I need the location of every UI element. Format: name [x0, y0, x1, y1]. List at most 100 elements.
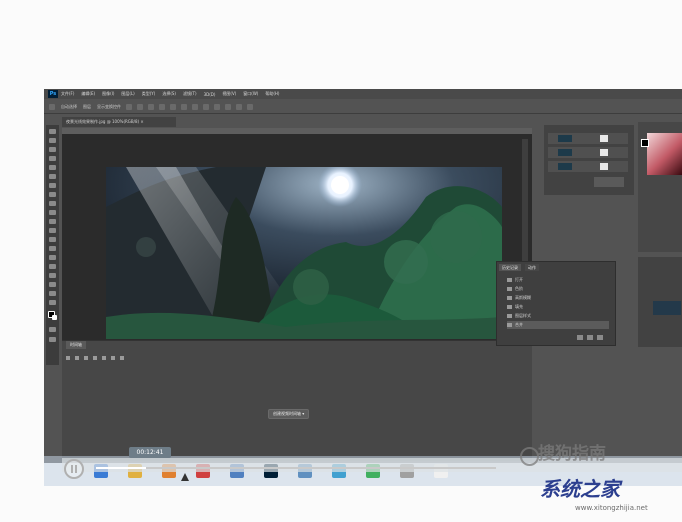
align-bottom-icon[interactable]	[148, 104, 154, 110]
site-watermark: 系统之家	[540, 477, 620, 501]
history-step-icon	[507, 287, 512, 291]
menu-file[interactable]: 文件(F)	[61, 91, 74, 97]
show-transform-controls-checkbox[interactable]: 显示变换控件	[97, 104, 121, 110]
move-tool-icon[interactable]	[49, 129, 56, 134]
auto-select-target[interactable]: 图层	[83, 104, 91, 110]
play-icon[interactable]	[84, 356, 88, 360]
menu-view[interactable]: 视图(V)	[222, 91, 236, 97]
layer-thumbnail	[558, 135, 572, 142]
history-item-label: 合并	[515, 322, 523, 327]
distribute-left-icon[interactable]	[225, 104, 231, 110]
pause-button[interactable]	[64, 459, 84, 479]
history-step-icon	[507, 314, 512, 318]
move-tool-icon[interactable]	[49, 104, 55, 110]
hand-tool-icon[interactable]	[49, 291, 56, 296]
align-middle-icon[interactable]	[137, 104, 143, 110]
site-watermark-url: www.xitongzhijia.net	[575, 504, 648, 512]
align-center-icon[interactable]	[170, 104, 176, 110]
align-right-icon[interactable]	[181, 104, 187, 110]
history-panel: 历史记录 动作 打开 色阶 高斯模糊 填充 图层样式 合并	[496, 261, 616, 346]
pen-tool-icon[interactable]	[49, 255, 56, 260]
align-left-icon[interactable]	[159, 104, 165, 110]
quick-mask-icon[interactable]	[49, 327, 56, 332]
history-item[interactable]: 色阶	[507, 285, 609, 293]
screen-mode-icon[interactable]	[49, 337, 56, 342]
menu-layer[interactable]: 图层(L)	[121, 91, 134, 97]
previous-frame-icon[interactable]	[75, 356, 79, 360]
layers-mini-panel	[544, 125, 634, 195]
history-item-label: 填充	[515, 304, 523, 309]
video-progress-track[interactable]	[96, 467, 496, 469]
layer-row[interactable]	[548, 147, 628, 158]
shape-tool-icon[interactable]	[49, 282, 56, 287]
history-item-label: 打开	[515, 277, 523, 282]
background-color-swatch[interactable]	[52, 315, 57, 320]
distribute-middle-icon[interactable]	[203, 104, 209, 110]
foreground-color-chip[interactable]	[641, 139, 649, 147]
history-item[interactable]: 图层样式	[507, 312, 609, 320]
history-item[interactable]: 高斯模糊	[507, 294, 609, 302]
type-tool-icon[interactable]	[49, 264, 56, 269]
menu-edit[interactable]: 编辑(E)	[81, 91, 95, 97]
split-icon[interactable]	[120, 356, 124, 360]
dodge-tool-icon[interactable]	[49, 246, 56, 251]
layer-mask-thumbnail	[600, 163, 608, 170]
path-select-tool-icon[interactable]	[49, 273, 56, 278]
next-frame-icon[interactable]	[93, 356, 97, 360]
history-item-selected[interactable]: 合并	[507, 321, 609, 329]
crop-tool-icon[interactable]	[49, 165, 56, 170]
night-forest-image[interactable]	[106, 167, 502, 339]
layer-thumbnail	[558, 149, 572, 156]
marquee-tool-icon[interactable]	[49, 138, 56, 143]
blur-tool-icon[interactable]	[49, 237, 56, 242]
layer-row[interactable]	[548, 133, 628, 144]
new-snapshot-icon[interactable]	[577, 335, 583, 340]
menu-help[interactable]: 帮助(H)	[265, 91, 279, 97]
color-picker-field[interactable]	[647, 133, 682, 175]
brush-tool-icon[interactable]	[49, 192, 56, 197]
first-frame-icon[interactable]	[66, 356, 70, 360]
layer-mask-thumbnail	[600, 135, 608, 142]
zoom-tool-icon[interactable]	[49, 300, 56, 305]
menu-3d[interactable]: 3D(D)	[204, 92, 216, 97]
create-video-timeline-button[interactable]: 创建视频时间轴 ▾	[268, 409, 310, 419]
timeline-panel	[62, 340, 532, 461]
healing-brush-tool-icon[interactable]	[49, 183, 56, 188]
eraser-tool-icon[interactable]	[49, 219, 56, 224]
layer-style-popup[interactable]	[594, 177, 624, 187]
menu-select[interactable]: 选择(S)	[162, 91, 176, 97]
layer-thumbnail[interactable]	[653, 301, 681, 315]
quick-select-tool-icon[interactable]	[49, 156, 56, 161]
clone-stamp-tool-icon[interactable]	[49, 201, 56, 206]
distribute-right-icon[interactable]	[236, 104, 242, 110]
camera-icon[interactable]	[587, 335, 593, 340]
settings-icon[interactable]	[111, 356, 115, 360]
layer-mask-thumbnail	[600, 149, 608, 156]
3d-mode-icon[interactable]	[247, 104, 253, 110]
auto-select-checkbox[interactable]: 自动选择	[61, 104, 77, 110]
eyedropper-tool-icon[interactable]	[49, 174, 56, 179]
history-brush-tool-icon[interactable]	[49, 210, 56, 215]
layer-row[interactable]	[548, 161, 628, 172]
menu-type[interactable]: 类型(Y)	[142, 91, 156, 97]
night-forest-artwork	[106, 167, 502, 339]
document-tab[interactable]: 夜景光线效果制作.jpg @ 100%(RGB/8) ×	[62, 117, 176, 127]
trash-icon[interactable]	[597, 335, 603, 340]
menu-image[interactable]: 图像(I)	[102, 91, 114, 97]
video-time-tooltip: 00:12:41	[129, 447, 171, 458]
history-item-label: 色阶	[515, 286, 523, 291]
gradient-tool-icon[interactable]	[49, 228, 56, 233]
tab-history[interactable]: 历史记录	[499, 264, 521, 271]
video-progress-fill	[96, 467, 146, 469]
menu-filter[interactable]: 滤镜(T)	[183, 91, 197, 97]
timeline-tab[interactable]: 时间轴	[66, 341, 86, 349]
history-item[interactable]: 填充	[507, 303, 609, 311]
audio-icon[interactable]	[102, 356, 106, 360]
distribute-top-icon[interactable]	[192, 104, 198, 110]
tab-actions[interactable]: 动作	[525, 264, 539, 271]
lasso-tool-icon[interactable]	[49, 147, 56, 152]
distribute-bottom-icon[interactable]	[214, 104, 220, 110]
menu-window[interactable]: 窗口(W)	[243, 91, 258, 97]
history-item[interactable]: 打开	[507, 276, 609, 284]
align-top-icon[interactable]	[126, 104, 132, 110]
